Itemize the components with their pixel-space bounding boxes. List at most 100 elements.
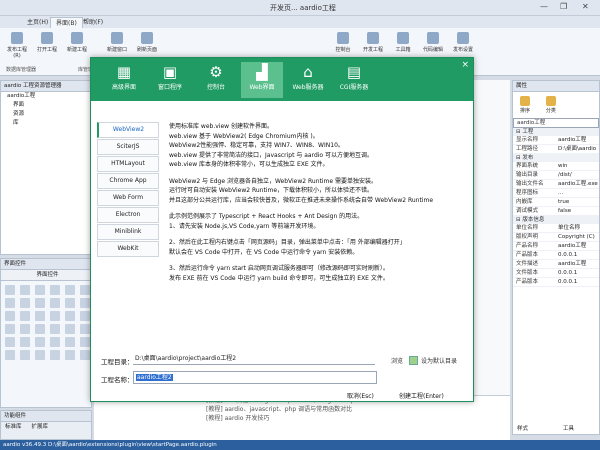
control-icon[interactable] xyxy=(5,350,15,360)
property-value[interactable]: aardio工程 xyxy=(558,260,599,268)
tab-home[interactable]: 主页(H) xyxy=(22,17,53,28)
template-list-item[interactable]: Miniblink xyxy=(97,224,159,240)
control-icon[interactable] xyxy=(5,311,15,321)
control-icon[interactable] xyxy=(20,298,30,308)
control-icon[interactable] xyxy=(20,324,30,334)
property-value[interactable]: aardio工程 xyxy=(558,136,599,144)
tree-item[interactable]: 资源 xyxy=(1,110,91,119)
property-category[interactable]: ⊟ 工程 xyxy=(513,128,599,136)
control-icon[interactable] xyxy=(65,350,75,360)
template-list-item[interactable]: SciterJS xyxy=(97,139,159,155)
property-value[interactable]: ... xyxy=(558,189,599,197)
template-tab-1[interactable]: ▣ 窗口程序 xyxy=(149,62,191,98)
control-icon[interactable] xyxy=(5,337,15,347)
control-icon[interactable] xyxy=(5,298,15,308)
tools-tab[interactable]: 工具 xyxy=(563,424,574,432)
ext-lib-tab[interactable]: 扩展库 xyxy=(31,424,48,430)
maximize-button[interactable]: ❐ xyxy=(560,2,567,11)
control-icon[interactable] xyxy=(35,311,45,321)
dialog-close-button[interactable]: × xyxy=(461,60,469,70)
control-icon[interactable] xyxy=(65,298,75,308)
template-list-item[interactable]: WebView2 xyxy=(97,122,159,138)
property-value[interactable]: /dist/ xyxy=(558,171,599,179)
template-tab-0[interactable]: ▦ 高级界面 xyxy=(103,62,145,98)
property-category[interactable]: ⊟ 版本信息 xyxy=(513,216,599,224)
control-icon[interactable] xyxy=(35,324,45,334)
project-dir-field[interactable]: D:\桌面\aardio\project\aardio工程2 xyxy=(133,353,375,365)
control-icon[interactable] xyxy=(65,337,75,347)
template-tab-4[interactable]: ⌂ Web服务器 xyxy=(287,62,329,98)
control-icon[interactable] xyxy=(35,298,45,308)
ribbon-button[interactable]: 新建工程 xyxy=(64,32,90,62)
control-icon[interactable] xyxy=(80,337,90,347)
browse-button[interactable]: 浏览 xyxy=(391,356,403,365)
control-icon[interactable] xyxy=(35,350,45,360)
category-tab[interactable]: 分类 xyxy=(540,94,562,116)
control-icon[interactable] xyxy=(50,285,60,295)
property-row[interactable]: 内嵌库 true xyxy=(513,198,599,207)
control-icon[interactable] xyxy=(20,350,30,360)
property-value[interactable]: 0.0.0.1 xyxy=(558,269,599,277)
ribbon-button[interactable]: 发布工程(R) xyxy=(4,32,30,62)
template-tab-2[interactable]: ⚙ 控制台 xyxy=(195,62,237,98)
property-row[interactable]: 单位名称 单位名称 xyxy=(513,224,599,233)
control-icon[interactable] xyxy=(65,285,75,295)
property-row[interactable]: 输出目录/dist/ xyxy=(513,171,599,180)
close-window-button[interactable]: ✕ xyxy=(582,2,589,11)
template-list-item[interactable]: Chrome App xyxy=(97,173,159,189)
property-row[interactable]: 文件版本 0.0.0.1 xyxy=(513,269,599,278)
minimize-button[interactable]: — xyxy=(540,2,548,11)
property-row[interactable]: 文件描述 aardio工程 xyxy=(513,260,599,269)
control-icon[interactable] xyxy=(35,285,45,295)
default-dir-checkbox[interactable] xyxy=(409,356,418,365)
property-row[interactable]: 工程路径 D:\桌面\aardio xyxy=(513,145,599,154)
control-icon[interactable] xyxy=(20,285,30,295)
control-icon[interactable] xyxy=(80,298,90,308)
property-value[interactable]: D:\桌面\aardio xyxy=(558,145,599,153)
control-icon[interactable] xyxy=(50,350,60,360)
tree-item[interactable]: 界面 xyxy=(1,101,91,110)
property-row[interactable]: 界面系统 win xyxy=(513,162,599,171)
property-row[interactable]: 产品名称 aardio工程 xyxy=(513,242,599,251)
property-category[interactable]: ⊟ 发布 xyxy=(513,154,599,162)
control-icon[interactable] xyxy=(5,324,15,334)
control-icon[interactable] xyxy=(50,324,60,334)
control-icon[interactable] xyxy=(80,350,90,360)
template-tab-3[interactable]: ▟ Web界面 xyxy=(241,62,283,98)
property-value[interactable]: false xyxy=(558,207,599,215)
control-icon[interactable] xyxy=(50,298,60,308)
template-list-item[interactable]: HTMLayout xyxy=(97,156,159,172)
style-tab[interactable]: 样式 xyxy=(517,424,528,432)
property-value[interactable]: true xyxy=(558,198,599,206)
template-tab-5[interactable]: ▤ CGI服务器 xyxy=(333,62,375,98)
template-list-item[interactable]: Web Form xyxy=(97,190,159,206)
project-name-input[interactable]: aardio工程2 xyxy=(133,371,377,384)
control-icon[interactable] xyxy=(20,311,30,321)
template-list-item[interactable]: Electron xyxy=(97,207,159,223)
tab-help[interactable]: 帮助(F) xyxy=(78,17,108,28)
property-row[interactable]: 产品版本 0.0.0.1 xyxy=(513,278,599,287)
control-icon[interactable] xyxy=(35,337,45,347)
property-row[interactable]: 程序图标... xyxy=(513,189,599,198)
control-icon[interactable] xyxy=(65,324,75,334)
control-icon[interactable] xyxy=(20,337,30,347)
control-icon[interactable] xyxy=(50,337,60,347)
output-line[interactable]: [教程] aardio 开发技巧 xyxy=(94,414,510,423)
property-row[interactable]: 调试模式 false xyxy=(513,207,599,216)
property-value[interactable]: 单位名称 xyxy=(558,224,599,232)
property-value[interactable]: 0.0.0.1 xyxy=(558,278,599,286)
control-icon[interactable] xyxy=(80,285,90,295)
property-row[interactable]: 产品版本 0.0.0.1 xyxy=(513,251,599,260)
property-value[interactable]: aardio工程.exe xyxy=(558,180,599,188)
tree-item[interactable]: 库 xyxy=(1,119,91,128)
control-icon[interactable] xyxy=(80,324,90,334)
object-selector[interactable]: aardio工程 xyxy=(513,118,599,128)
control-icon[interactable] xyxy=(80,311,90,321)
control-icon[interactable] xyxy=(50,311,60,321)
std-lib-tab[interactable]: 标准库 xyxy=(5,424,22,430)
sort-tab[interactable]: 排序 xyxy=(514,94,536,116)
cancel-button[interactable]: 取消(Esc) xyxy=(347,391,374,400)
control-icon[interactable] xyxy=(65,311,75,321)
tree-item[interactable]: aardio工程 xyxy=(1,92,91,101)
output-line[interactable]: [教程] aardio、javascript、php 调语与常用函数对比 xyxy=(94,405,510,414)
